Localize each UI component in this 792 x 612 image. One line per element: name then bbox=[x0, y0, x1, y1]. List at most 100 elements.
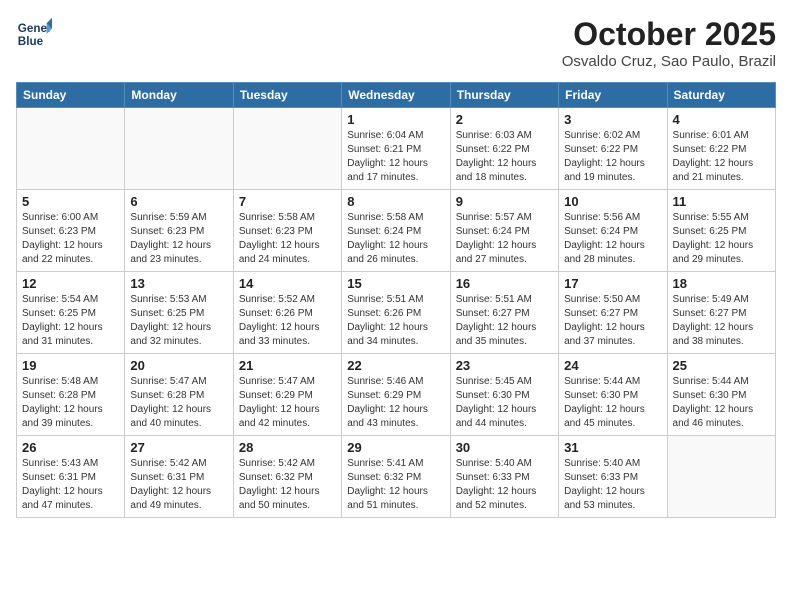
day-number: 7 bbox=[239, 194, 336, 209]
calendar-week-row: 19 Sunrise: 5:48 AM Sunset: 6:28 PM Dayli… bbox=[17, 354, 776, 436]
day-info: Sunrise: 5:57 AM Sunset: 6:24 PM Dayligh… bbox=[456, 211, 553, 267]
calendar-day-cell: 20Sunrise: 5:47 AM Sunset: 6:28 PM Dayli… bbox=[125, 354, 233, 436]
weekday-header-cell: Thursday bbox=[450, 83, 558, 108]
calendar-day-cell: 16 Sunrise: 5:51 AM Sunset: 6:27 PM Dayli… bbox=[450, 272, 558, 354]
day-number: 19 bbox=[22, 358, 119, 373]
logo: General Blue bbox=[16, 16, 52, 52]
calendar-week-row: 1 Sunrise: 6:04 AM Sunset: 6:21 PM Daylig… bbox=[17, 108, 776, 190]
day-info: Sunrise: 5:53 AM Sunset: 6:25 PM Dayligh… bbox=[130, 293, 227, 349]
calendar-day-cell bbox=[17, 108, 125, 190]
calendar-day-cell: 17 Sunrise: 5:50 AM Sunset: 6:27 PM Dayli… bbox=[559, 272, 667, 354]
calendar-day-cell: 8Sunrise: 5:58 AM Sunset: 6:24 PM Daylig… bbox=[342, 190, 450, 272]
day-number: 29 bbox=[347, 440, 444, 455]
calendar-day-cell: 25 Sunrise: 5:44 AM Sunset: 6:30 PM Dayli… bbox=[667, 354, 775, 436]
day-info: Sunrise: 5:58 AM Sunset: 6:23 PM Dayligh… bbox=[239, 211, 336, 267]
day-number: 23 bbox=[456, 358, 553, 373]
calendar-day-cell: 30 Sunrise: 5:40 AM Sunset: 6:33 PM Dayli… bbox=[450, 436, 558, 518]
day-info: Sunrise: 5:41 AM Sunset: 6:32 PM Dayligh… bbox=[347, 457, 444, 513]
calendar-day-cell bbox=[667, 436, 775, 518]
day-info: Sunrise: 5:46 AM Sunset: 6:29 PM Dayligh… bbox=[347, 375, 444, 431]
day-number: 28 bbox=[239, 440, 336, 455]
calendar-day-cell bbox=[233, 108, 341, 190]
day-info: Sunrise: 5:51 AM Sunset: 6:27 PM Dayligh… bbox=[456, 293, 553, 349]
day-number: 21 bbox=[239, 358, 336, 373]
calendar-day-cell: 14 Sunrise: 5:52 AM Sunset: 6:26 PM Dayli… bbox=[233, 272, 341, 354]
day-info: Sunrise: 6:01 AM Sunset: 6:22 PM Dayligh… bbox=[673, 129, 770, 185]
day-number: 4 bbox=[673, 112, 770, 127]
month-title: October 2025 bbox=[562, 16, 776, 53]
day-info: Sunrise: 5:47 AM Sunset: 6:29 PM Dayligh… bbox=[239, 375, 336, 431]
day-number: 25 bbox=[673, 358, 770, 373]
day-info: Sunrise: 5:42 AM Sunset: 6:32 PM Dayligh… bbox=[239, 457, 336, 513]
logo-icon: General Blue bbox=[16, 16, 52, 52]
day-number: 16 bbox=[456, 276, 553, 291]
day-info: Sunrise: 5:48 AM Sunset: 6:28 PM Dayligh… bbox=[22, 375, 119, 431]
calendar-day-cell: 3Sunrise: 6:02 AM Sunset: 6:22 PM Daylig… bbox=[559, 108, 667, 190]
calendar-day-cell: 12 Sunrise: 5:54 AM Sunset: 6:25 PM Dayli… bbox=[17, 272, 125, 354]
calendar-day-cell: 5Sunrise: 6:00 AM Sunset: 6:23 PM Daylig… bbox=[17, 190, 125, 272]
day-number: 2 bbox=[456, 112, 553, 127]
day-info: Sunrise: 5:44 AM Sunset: 6:30 PM Dayligh… bbox=[673, 375, 770, 431]
day-number: 17 bbox=[564, 276, 661, 291]
calendar-day-cell: 24Sunrise: 5:44 AM Sunset: 6:30 PM Dayli… bbox=[559, 354, 667, 436]
day-info: Sunrise: 5:49 AM Sunset: 6:27 PM Dayligh… bbox=[673, 293, 770, 349]
day-info: Sunrise: 5:59 AM Sunset: 6:23 PM Dayligh… bbox=[130, 211, 227, 267]
day-info: Sunrise: 6:04 AM Sunset: 6:21 PM Dayligh… bbox=[347, 129, 444, 185]
calendar-day-cell: 6 Sunrise: 5:59 AM Sunset: 6:23 PM Daylig… bbox=[125, 190, 233, 272]
day-number: 5 bbox=[22, 194, 119, 209]
day-number: 12 bbox=[22, 276, 119, 291]
calendar-day-cell: 29 Sunrise: 5:41 AM Sunset: 6:32 PM Dayli… bbox=[342, 436, 450, 518]
day-number: 11 bbox=[673, 194, 770, 209]
calendar-body: 1 Sunrise: 6:04 AM Sunset: 6:21 PM Daylig… bbox=[17, 108, 776, 518]
calendar-week-row: 5Sunrise: 6:00 AM Sunset: 6:23 PM Daylig… bbox=[17, 190, 776, 272]
day-number: 6 bbox=[130, 194, 227, 209]
day-info: Sunrise: 5:47 AM Sunset: 6:28 PM Dayligh… bbox=[130, 375, 227, 431]
calendar-day-cell: 2Sunrise: 6:03 AM Sunset: 6:22 PM Daylig… bbox=[450, 108, 558, 190]
day-number: 14 bbox=[239, 276, 336, 291]
day-info: Sunrise: 5:45 AM Sunset: 6:30 PM Dayligh… bbox=[456, 375, 553, 431]
location-subtitle: Osvaldo Cruz, Sao Paulo, Brazil bbox=[562, 53, 776, 70]
day-number: 15 bbox=[347, 276, 444, 291]
day-info: Sunrise: 5:40 AM Sunset: 6:33 PM Dayligh… bbox=[564, 457, 661, 513]
calendar-week-row: 12 Sunrise: 5:54 AM Sunset: 6:25 PM Dayli… bbox=[17, 272, 776, 354]
calendar-day-cell: 21 Sunrise: 5:47 AM Sunset: 6:29 PM Dayli… bbox=[233, 354, 341, 436]
day-info: Sunrise: 5:43 AM Sunset: 6:31 PM Dayligh… bbox=[22, 457, 119, 513]
calendar-day-cell: 13Sunrise: 5:53 AM Sunset: 6:25 PM Dayli… bbox=[125, 272, 233, 354]
weekday-header-cell: Sunday bbox=[17, 83, 125, 108]
day-info: Sunrise: 5:44 AM Sunset: 6:30 PM Dayligh… bbox=[564, 375, 661, 431]
day-number: 1 bbox=[347, 112, 444, 127]
day-number: 30 bbox=[456, 440, 553, 455]
calendar-week-row: 26Sunrise: 5:43 AM Sunset: 6:31 PM Dayli… bbox=[17, 436, 776, 518]
day-number: 8 bbox=[347, 194, 444, 209]
calendar-day-cell: 18Sunrise: 5:49 AM Sunset: 6:27 PM Dayli… bbox=[667, 272, 775, 354]
weekday-header-cell: Monday bbox=[125, 83, 233, 108]
header: General Blue October 2025 Osvaldo Cruz, … bbox=[16, 16, 776, 70]
day-info: Sunrise: 6:02 AM Sunset: 6:22 PM Dayligh… bbox=[564, 129, 661, 185]
calendar-day-cell: 26Sunrise: 5:43 AM Sunset: 6:31 PM Dayli… bbox=[17, 436, 125, 518]
calendar-day-cell: 22 Sunrise: 5:46 AM Sunset: 6:29 PM Dayli… bbox=[342, 354, 450, 436]
weekday-header-cell: Saturday bbox=[667, 83, 775, 108]
calendar-day-cell: 4 Sunrise: 6:01 AM Sunset: 6:22 PM Daylig… bbox=[667, 108, 775, 190]
weekday-header-cell: Wednesday bbox=[342, 83, 450, 108]
calendar-day-cell bbox=[125, 108, 233, 190]
day-number: 22 bbox=[347, 358, 444, 373]
day-info: Sunrise: 5:55 AM Sunset: 6:25 PM Dayligh… bbox=[673, 211, 770, 267]
day-info: Sunrise: 5:50 AM Sunset: 6:27 PM Dayligh… bbox=[564, 293, 661, 349]
calendar-day-cell: 9 Sunrise: 5:57 AM Sunset: 6:24 PM Daylig… bbox=[450, 190, 558, 272]
calendar-day-cell: 7 Sunrise: 5:58 AM Sunset: 6:23 PM Daylig… bbox=[233, 190, 341, 272]
calendar-day-cell: 1 Sunrise: 6:04 AM Sunset: 6:21 PM Daylig… bbox=[342, 108, 450, 190]
weekday-header-row: SundayMondayTuesdayWednesdayThursdayFrid… bbox=[17, 83, 776, 108]
day-number: 31 bbox=[564, 440, 661, 455]
calendar-day-cell: 27Sunrise: 5:42 AM Sunset: 6:31 PM Dayli… bbox=[125, 436, 233, 518]
title-area: October 2025 Osvaldo Cruz, Sao Paulo, Br… bbox=[562, 16, 776, 70]
calendar-table: SundayMondayTuesdayWednesdayThursdayFrid… bbox=[16, 82, 776, 518]
calendar-day-cell: 10 Sunrise: 5:56 AM Sunset: 6:24 PM Dayli… bbox=[559, 190, 667, 272]
calendar-day-cell: 15Sunrise: 5:51 AM Sunset: 6:26 PM Dayli… bbox=[342, 272, 450, 354]
day-number: 10 bbox=[564, 194, 661, 209]
svg-text:Blue: Blue bbox=[18, 35, 44, 48]
day-info: Sunrise: 5:40 AM Sunset: 6:33 PM Dayligh… bbox=[456, 457, 553, 513]
day-info: Sunrise: 5:54 AM Sunset: 6:25 PM Dayligh… bbox=[22, 293, 119, 349]
day-info: Sunrise: 5:56 AM Sunset: 6:24 PM Dayligh… bbox=[564, 211, 661, 267]
day-info: Sunrise: 5:52 AM Sunset: 6:26 PM Dayligh… bbox=[239, 293, 336, 349]
day-number: 9 bbox=[456, 194, 553, 209]
